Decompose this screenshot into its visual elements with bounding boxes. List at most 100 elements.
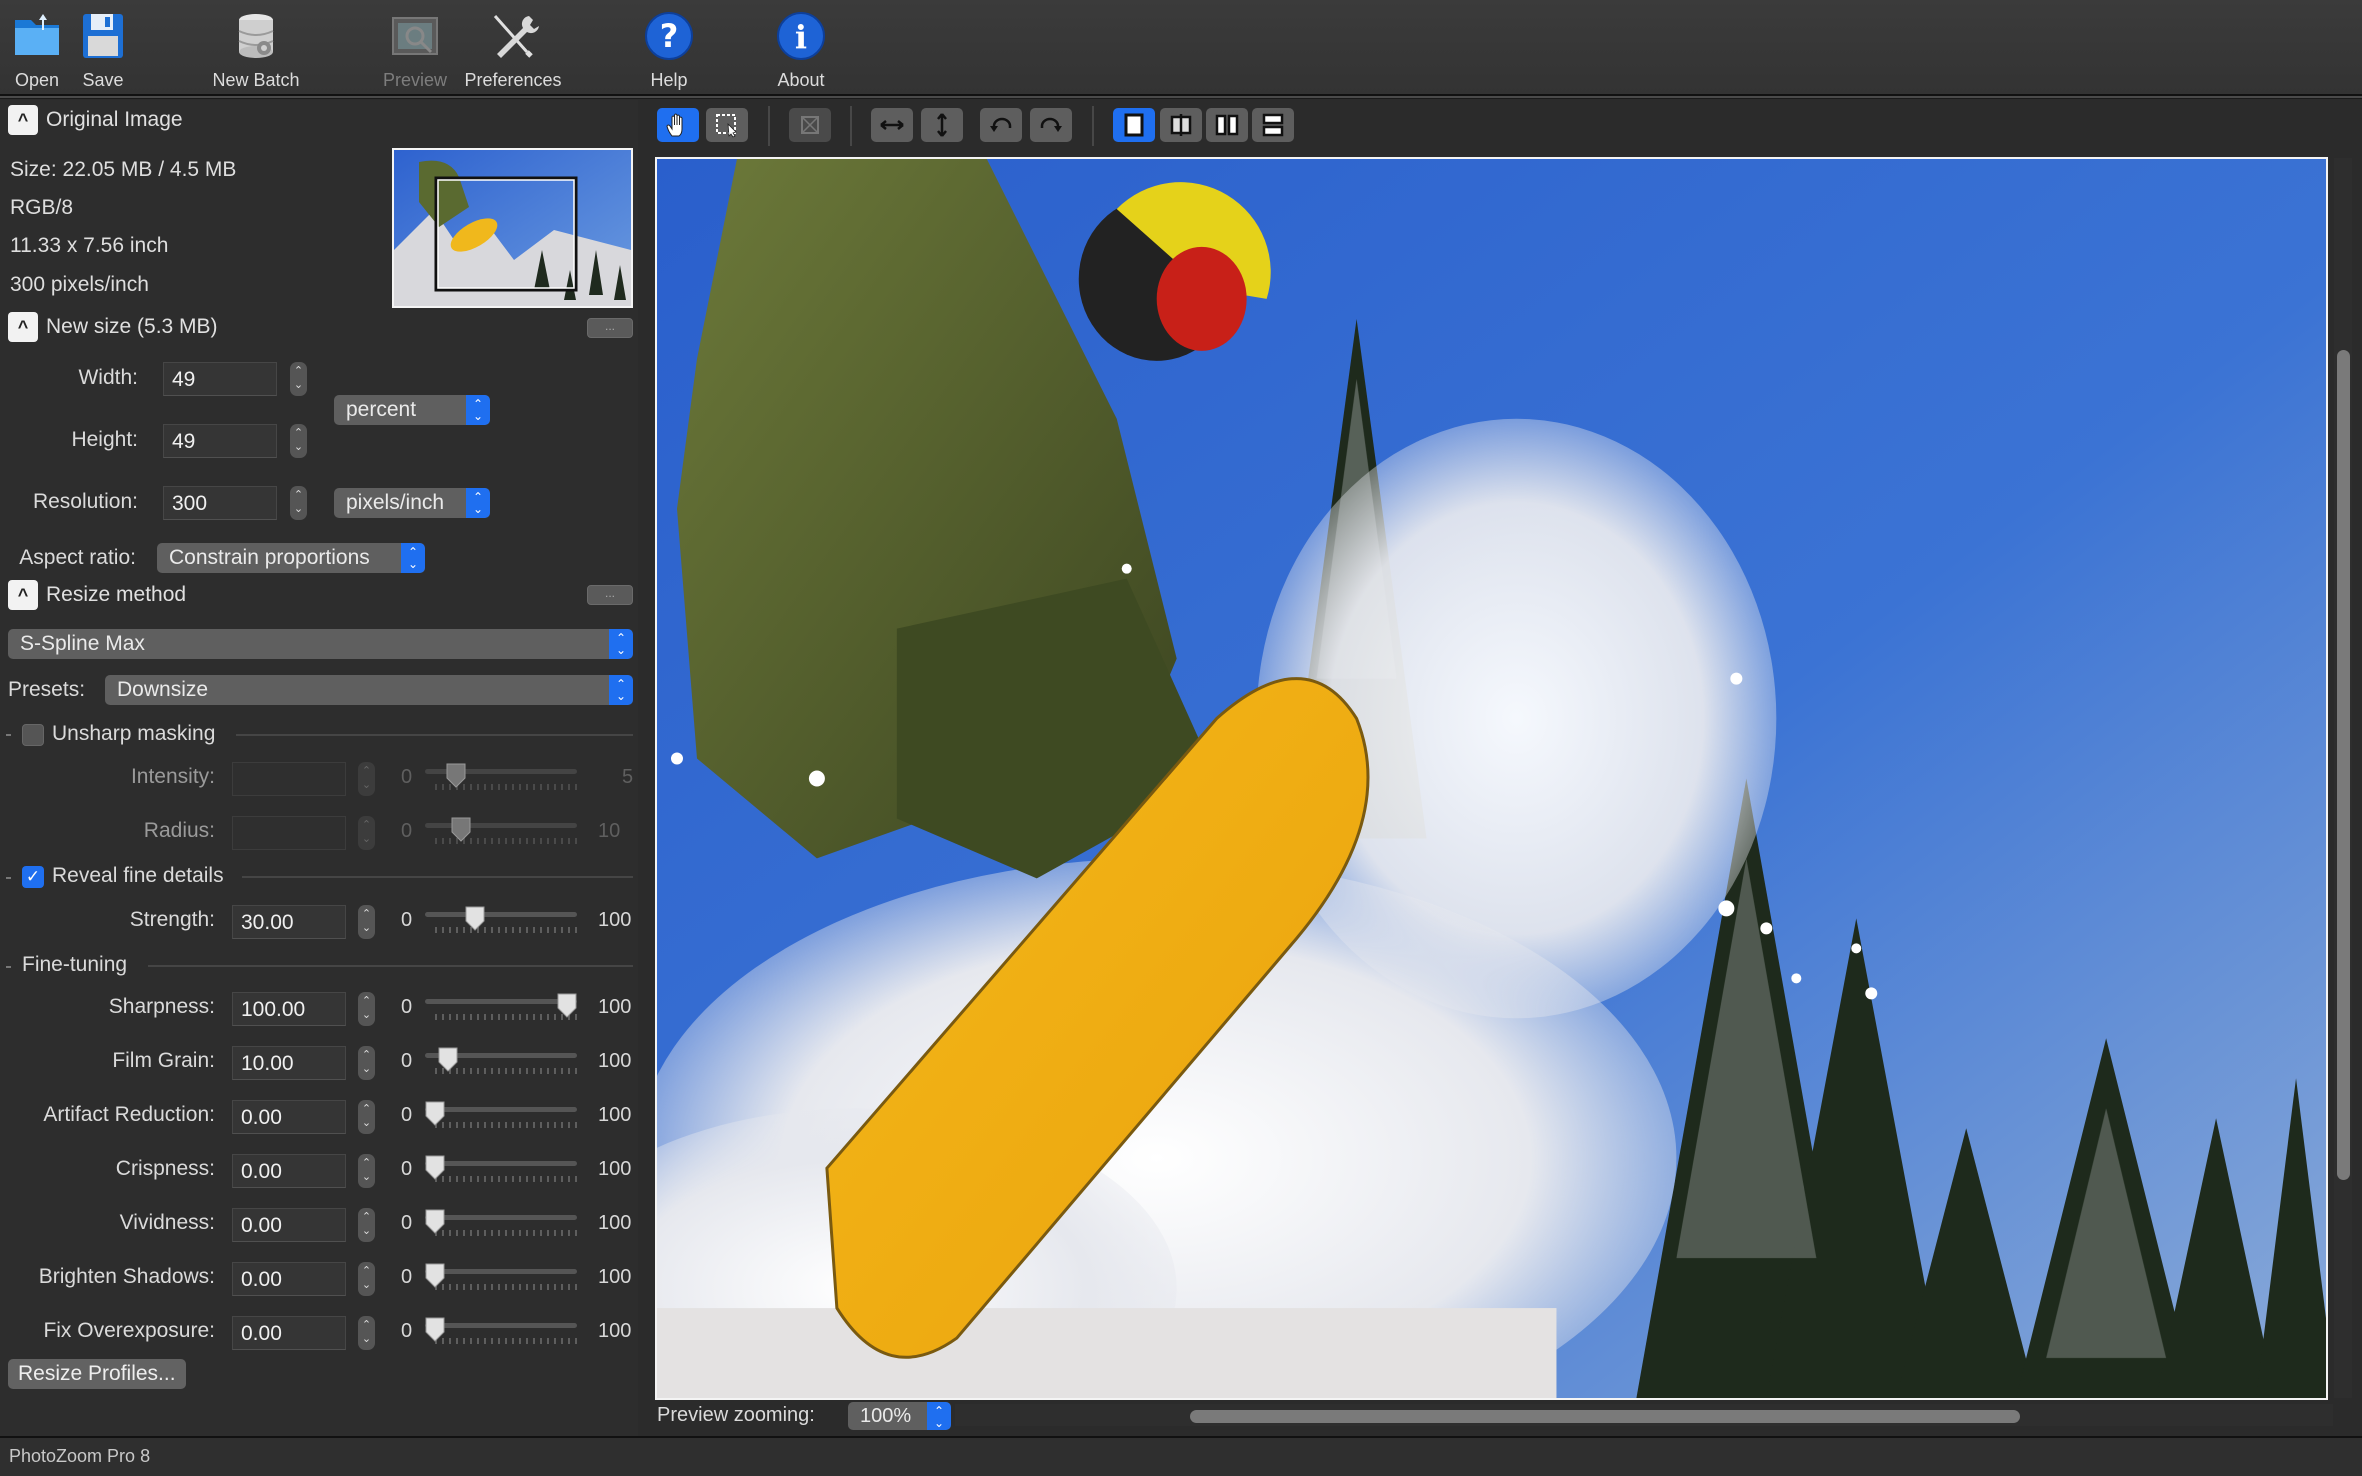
width-input[interactable]: 49 [163, 362, 277, 396]
collapse-new-size-button[interactable]: ^ [8, 312, 38, 342]
height-input[interactable]: 49 [163, 424, 277, 458]
slider-value-input[interactable] [232, 762, 346, 796]
aspect-ratio-dropdown[interactable]: Constrain proportions ⌃ ⌄ [157, 543, 425, 573]
side-by-side-view-button[interactable] [1206, 108, 1248, 142]
resolution-unit-dropdown[interactable]: pixels/inch ⌃ ⌄ [334, 488, 490, 518]
about-button[interactable]: i About [746, 8, 856, 92]
slider-label: Intensity: [130, 765, 215, 788]
size-unit-dropdown[interactable]: percent ⌃ ⌄ [334, 395, 490, 425]
preview-zoom-dropdown[interactable]: 100% ⌃ ⌄ [848, 1402, 951, 1430]
height-stepper[interactable]: ⌃ ⌄ [290, 424, 307, 458]
question-icon: ? [645, 12, 693, 60]
slider[interactable] [425, 992, 577, 1026]
slider-max-label: 100 [598, 1104, 632, 1126]
slider[interactable] [425, 1046, 577, 1080]
resize-method-title: Resize method [46, 583, 187, 606]
new-batch-button[interactable]: New Batch [201, 8, 311, 92]
slider-thumb[interactable] [424, 1154, 446, 1180]
slider-value-input[interactable]: 0.00 [232, 1208, 346, 1242]
slider-max-label: 100 [598, 1212, 632, 1234]
selection-tool-button[interactable] [706, 108, 748, 142]
slider-label: Fix Overexposure: [43, 1319, 215, 1342]
slider-stepper[interactable]: ⌃ ⌄ [358, 1154, 375, 1188]
image-preview[interactable] [655, 157, 2328, 1400]
resize-method-dropdown[interactable]: S-Spline Max ⌃ ⌄ [8, 629, 633, 659]
rotate-left-button[interactable] [980, 108, 1022, 142]
horizontal-scroll-thumb[interactable] [1190, 1410, 2020, 1423]
toolbar-separator [768, 106, 770, 146]
collapse-resize-method-button[interactable]: ^ [8, 580, 38, 610]
rotate-right-button[interactable] [1030, 108, 1072, 142]
stacked-view-button[interactable] [1252, 108, 1294, 142]
slider-value-input[interactable] [232, 816, 346, 850]
slider-stepper[interactable]: ⌃ ⌄ [358, 905, 375, 939]
new-size-header: ^ New size (5.3 MB) [8, 312, 218, 342]
slider-thumb[interactable] [437, 1046, 459, 1072]
collapse-original-image-button[interactable]: ^ [8, 105, 38, 135]
slider-value-input[interactable]: 0.00 [232, 1100, 346, 1134]
slider-stepper[interactable]: ⌃ ⌄ [358, 1316, 375, 1350]
slider[interactable] [425, 1208, 577, 1242]
split-view-button[interactable] [1160, 108, 1202, 142]
slider-stepper[interactable]: ⌃ ⌄ [358, 1100, 375, 1134]
crop-tool-button[interactable] [789, 108, 831, 142]
slider-value-input[interactable]: 0.00 [232, 1154, 346, 1188]
preview-button[interactable]: Preview [360, 8, 470, 92]
slider-stepper[interactable]: ⌃ ⌄ [358, 762, 375, 796]
new-size-more-button[interactable]: ... [587, 318, 633, 338]
slider[interactable] [425, 762, 577, 796]
flip-vertical-button[interactable] [921, 108, 963, 142]
resize-method-more-button[interactable]: ... [587, 585, 633, 605]
navigator-thumbnail[interactable] [392, 148, 633, 308]
resolution-stepper[interactable]: ⌃ ⌄ [290, 486, 307, 520]
slider-value-input[interactable]: 100.00 [232, 992, 346, 1026]
slider[interactable] [425, 1100, 577, 1134]
flip-horizontal-button[interactable] [871, 108, 913, 142]
slider-thumb[interactable] [424, 1100, 446, 1126]
slider-thumb[interactable] [450, 816, 472, 842]
slider-thumb[interactable] [464, 905, 486, 931]
slider-stepper[interactable]: ⌃ ⌄ [358, 1046, 375, 1080]
original-image-title: Original Image [46, 108, 183, 131]
slider-min-label: 0 [401, 1266, 413, 1288]
slider[interactable] [425, 1262, 577, 1296]
width-stepper[interactable]: ⌃ ⌄ [290, 362, 307, 396]
vertical-scroll-thumb[interactable] [2337, 350, 2350, 1180]
slider-value-input[interactable]: 30.00 [232, 905, 346, 939]
slider-track [425, 1215, 577, 1220]
hand-tool-button[interactable] [657, 108, 699, 142]
info-icon: i [777, 12, 825, 60]
fine-tuning-label: Fine-tuning [22, 953, 128, 976]
resolution-input[interactable]: 300 [163, 486, 277, 520]
slider[interactable] [425, 1316, 577, 1350]
slider-value-input[interactable]: 10.00 [232, 1046, 346, 1080]
help-button[interactable]: ? Help [614, 8, 724, 92]
slider-stepper[interactable]: ⌃ ⌄ [358, 992, 375, 1026]
slider[interactable] [425, 1154, 577, 1188]
slider-value-input[interactable]: 0.00 [232, 1262, 346, 1296]
slider-thumb[interactable] [556, 992, 578, 1018]
save-button[interactable]: Save [48, 8, 158, 92]
slider-thumb[interactable] [445, 762, 467, 788]
slider-stepper[interactable]: ⌃ ⌄ [358, 816, 375, 850]
group-divider [236, 734, 633, 736]
slider[interactable] [425, 905, 577, 939]
slider-track [425, 823, 577, 828]
preferences-button[interactable]: Preferences [458, 8, 568, 92]
single-view-button[interactable] [1113, 108, 1155, 142]
slider[interactable] [425, 816, 577, 850]
slider-thumb[interactable] [424, 1262, 446, 1288]
aspect-ratio-label: Aspect ratio: [19, 546, 136, 569]
presets-dropdown[interactable]: Downsize ⌃ ⌄ [105, 675, 633, 705]
unsharp-masking-checkbox[interactable] [22, 724, 44, 746]
slider-value-input[interactable]: 0.00 [232, 1316, 346, 1350]
resolution-label: Resolution: [32, 490, 138, 513]
slider-stepper[interactable]: ⌃ ⌄ [358, 1208, 375, 1242]
reveal-fine-details-checkbox[interactable]: ✓ [22, 866, 44, 888]
slider-thumb[interactable] [424, 1208, 446, 1234]
resize-profiles-button[interactable]: Resize Profiles... [8, 1359, 186, 1389]
slider-thumb[interactable] [424, 1316, 446, 1342]
preview-zoom-label: Preview zooming: [657, 1404, 815, 1426]
side-by-side-icon [1215, 114, 1239, 136]
slider-stepper[interactable]: ⌃ ⌄ [358, 1262, 375, 1296]
